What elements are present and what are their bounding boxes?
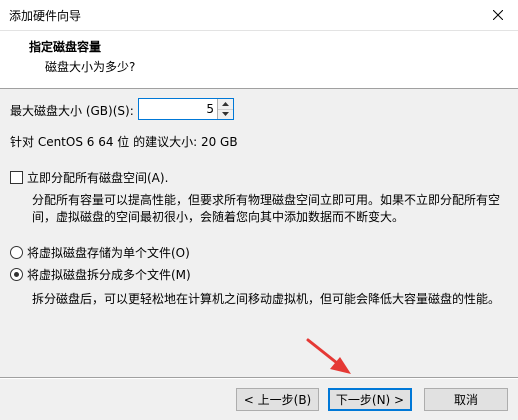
allocate-now-checkbox-row[interactable]: 立即分配所有磁盘空间(A).: [10, 169, 168, 186]
single-file-label[interactable]: 将虚拟磁盘存储为单个文件(O): [27, 244, 190, 261]
single-file-radio[interactable]: [10, 246, 23, 259]
chevron-down-icon: [222, 112, 229, 116]
cancel-button[interactable]: 取消: [424, 388, 508, 411]
next-button[interactable]: 下一步(N) >: [328, 388, 412, 411]
window-title: 添加硬件向导: [9, 9, 82, 23]
disk-size-spinbox[interactable]: [138, 98, 234, 120]
split-files-radio-row[interactable]: 将虚拟磁盘拆分成多个文件(M): [10, 266, 191, 283]
back-button[interactable]: < 上一步(B): [236, 388, 319, 411]
single-file-radio-row[interactable]: 将虚拟磁盘存储为单个文件(O): [10, 244, 190, 261]
wizard-header: 指定磁盘容量 磁盘大小为多少?: [0, 31, 518, 89]
title-bar: 添加硬件向导: [0, 0, 518, 31]
split-files-radio[interactable]: [10, 268, 23, 281]
close-button[interactable]: [478, 0, 518, 30]
allocate-now-checkbox[interactable]: [10, 171, 23, 184]
allocate-now-description: 分配所有容量可以提高性能，但要求所有物理磁盘空间立即可用。如果不立即分配所有空 …: [32, 192, 512, 226]
allocate-description-line2: 间，虚拟磁盘的空间最初很小，会随着您向其中添加数据而不断变大。: [32, 210, 405, 224]
disk-size-input[interactable]: [139, 99, 217, 119]
allocate-description-line1: 分配所有容量可以提高性能，但要求所有物理磁盘空间立即可用。如果不立即分配所有空: [32, 193, 501, 207]
chevron-up-icon: [222, 102, 229, 106]
page-subtitle: 磁盘大小为多少?: [45, 60, 136, 74]
allocate-now-label[interactable]: 立即分配所有磁盘空间(A).: [27, 169, 168, 186]
close-icon: [493, 10, 503, 20]
footer-divider: [0, 377, 518, 379]
split-files-label[interactable]: 将虚拟磁盘拆分成多个文件(M): [27, 266, 191, 283]
recommended-size-text: 针对 CentOS 6 64 位 的建议大小: 20 GB: [10, 135, 238, 149]
spin-down-button[interactable]: [218, 109, 233, 119]
radio-selected-dot: [14, 272, 19, 277]
split-description: 拆分磁盘后，可以更轻松地在计算机之间移动虚拟机，但可能会降低大容量磁盘的性能。: [32, 292, 501, 306]
spin-buttons: [217, 99, 233, 119]
page-title: 指定磁盘容量: [29, 40, 102, 54]
disk-size-label: 最大磁盘大小 (GB)(S):: [10, 104, 134, 118]
